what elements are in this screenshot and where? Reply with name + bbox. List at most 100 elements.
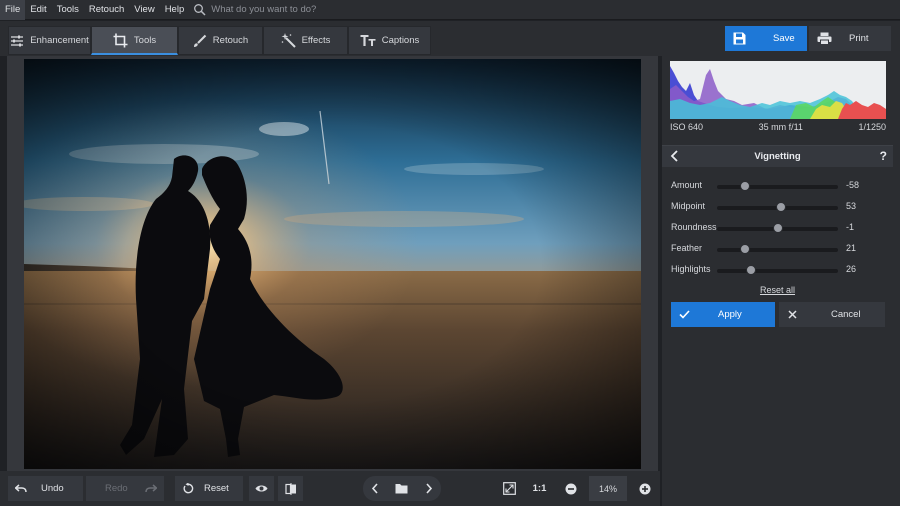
floppy-disk-icon [733,32,746,45]
slider-handle[interactable] [776,202,787,212]
reset-all-link[interactable]: Reset all [662,285,893,295]
zoom-out-button[interactable] [558,476,583,501]
save-button[interactable]: Save [725,26,807,51]
print-label: Print [849,33,869,44]
image-canvas[interactable] [7,56,658,471]
cancel-label: Cancel [831,309,861,320]
tab-effects[interactable]: Effects [263,26,348,55]
checkmark-icon [679,310,690,319]
tab-enhancement-label: Enhancement [30,35,89,46]
menu-tools[interactable]: Tools [52,0,84,20]
slider-label: Feather [671,243,703,253]
silhouette-sunset-photo [24,59,641,469]
undo-label: Undo [41,483,64,494]
slider-track[interactable] [717,244,838,254]
menu-help[interactable]: Help [160,0,190,20]
sliders-icon [11,35,24,46]
chevron-right-icon[interactable] [425,483,433,494]
tab-retouch-label: Retouch [212,35,249,46]
reset-button[interactable]: Reset [175,476,243,501]
apply-button[interactable]: Apply [671,302,775,327]
photo-navigation [363,476,441,501]
compare-button[interactable] [278,476,303,501]
back-arrow-icon[interactable] [670,150,679,162]
panel-title: Vignetting [754,151,801,162]
search-box[interactable] [193,3,412,17]
search-icon [193,3,207,17]
eye-icon [255,485,268,492]
cancel-button[interactable]: Cancel [779,302,885,327]
plus-circle-icon [639,483,650,494]
help-icon[interactable]: ? [880,149,887,163]
undo-button[interactable]: Undo [8,476,83,501]
menu-view[interactable]: View [129,0,159,20]
slider-track[interactable] [717,202,838,212]
close-icon [788,310,797,319]
slider-track[interactable] [717,181,838,191]
tab-retouch[interactable]: Retouch [178,26,263,55]
zoom-in-button[interactable] [632,476,657,501]
chevron-left-icon[interactable] [371,483,379,494]
text-icon [360,35,376,46]
print-button[interactable]: Print [809,26,891,51]
reset-label: Reset [204,483,229,494]
exif-lens: 35 mm f/11 [758,122,803,132]
fit-screen-icon [503,482,516,495]
slider-track[interactable] [717,265,838,275]
slider-midpoint: Midpoint 53 [670,201,890,215]
zoom-level[interactable]: 14% [589,476,627,501]
reset-icon [183,483,194,494]
tab-tools-label: Tools [133,34,157,46]
toolbar: Enhancement Tools Retouch Effects Captio… [0,21,900,56]
minus-circle-icon [565,483,576,494]
slider-label: Amount [671,180,703,190]
actual-size-label: 1:1 [532,483,547,494]
exif-info: ISO 640 35 mm f/11 1/1250 [670,122,886,136]
photo-preview[interactable] [24,59,641,469]
exif-iso: ISO 640 [670,122,704,132]
crop-icon [113,33,128,47]
slider-value: -58 [846,180,860,190]
magic-wand-icon [281,33,296,48]
panel-header: Vignetting ? [662,145,893,167]
menu-bar: File Edit Tools Retouch View Help [0,0,900,20]
menu-retouch[interactable]: Retouch [84,0,129,20]
slider-label: Roundness [671,222,717,232]
slider-value: 26 [846,264,857,274]
apply-label: Apply [718,309,742,320]
menu-file[interactable]: File [0,0,26,20]
slider-handle[interactable] [772,223,783,233]
right-panel: ISO 640 35 mm f/11 1/1250 Vignetting ? A… [662,56,900,506]
folder-icon[interactable] [395,483,408,494]
tab-captions[interactable]: Captions [348,26,431,55]
fit-to-screen-button[interactable] [497,476,522,501]
undo-icon [15,483,27,492]
slider-highlights: Highlights 26 [670,264,890,278]
tab-effects-label: Effects [301,35,331,46]
printer-icon [817,32,832,45]
redo-icon [144,483,157,492]
slider-handle[interactable] [739,244,750,254]
redo-button[interactable]: Redo [86,476,164,501]
slider-roundness: Roundness -1 [670,222,890,236]
search-input[interactable] [211,4,412,15]
slider-feather: Feather 21 [670,243,890,257]
save-label: Save [773,33,795,44]
menu-edit[interactable]: Edit [25,0,51,20]
slider-handle[interactable] [745,265,756,275]
actual-size-button[interactable]: 1:1 [527,476,552,501]
bottom-toolbar: Undo Redo Reset 1:1 14% [0,471,660,506]
slider-value: -1 [846,222,855,232]
slider-value: 53 [846,201,857,211]
preview-toggle-button[interactable] [249,476,274,501]
brush-icon [193,34,207,47]
slider-handle[interactable] [739,181,750,191]
histogram [670,61,886,119]
tab-enhancement[interactable]: Enhancement [8,26,91,55]
exif-shutter: 1/1250 [858,122,886,132]
tab-captions-label: Captions [381,35,420,46]
slider-track[interactable] [717,223,838,233]
tab-tools[interactable]: Tools [91,26,178,55]
slider-label: Midpoint [671,201,706,211]
slider-value: 21 [846,243,857,253]
